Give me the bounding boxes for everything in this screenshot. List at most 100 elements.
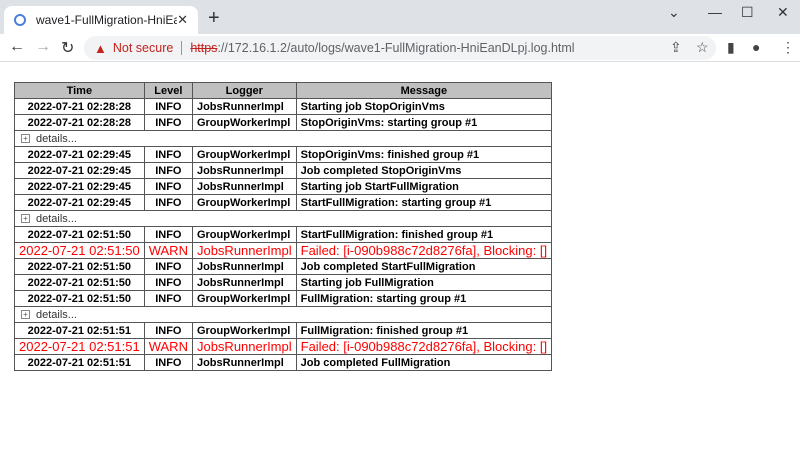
logger-cell: GroupWorkerImpl bbox=[191, 226, 297, 243]
logger-cell: JobsRunnerImpl bbox=[191, 98, 297, 115]
logger-cell: JobsRunnerImpl bbox=[191, 242, 297, 259]
forward-icon[interactable]: → bbox=[35, 38, 51, 56]
log-row: 2022-07-21 02:51:51 INFO GroupWorkerImpl Fu… bbox=[14, 322, 553, 339]
expand-icon[interactable]: + bbox=[21, 310, 30, 320]
logger-cell: JobsRunnerImpl bbox=[191, 258, 297, 275]
not-secure-label[interactable]: Not secure bbox=[113, 41, 173, 55]
message-cell: StartFullMigration: finished group #1 bbox=[295, 226, 553, 243]
log-row: 2022-07-21 02:51:50 INFO JobsRunnerImpl Sta… bbox=[14, 274, 553, 291]
expand-icon[interactable]: + bbox=[21, 214, 30, 224]
tab-bar: wave1-FullMigration-HniEanDLpj ✕ + ⌄ — ☐… bbox=[0, 0, 800, 34]
level-cell: WARN bbox=[143, 242, 193, 259]
time-cell: 2022-07-21 02:29:45 bbox=[14, 178, 145, 195]
message-cell: StopOriginVms: starting group #1 bbox=[295, 114, 553, 131]
minimize-icon[interactable]: — bbox=[708, 4, 722, 20]
details-link[interactable]: details... bbox=[36, 213, 77, 225]
message-cell: Failed: [i-090b988c72d8276fa], Blocking:… bbox=[295, 338, 553, 355]
time-cell: 2022-07-21 02:28:28 bbox=[14, 114, 145, 131]
logger-cell: GroupWorkerImpl bbox=[191, 146, 297, 163]
logger-cell: GroupWorkerImpl bbox=[191, 194, 297, 211]
details-row[interactable]: + details... bbox=[13, 130, 553, 147]
time-cell: 2022-07-21 02:51:51 bbox=[14, 322, 145, 339]
share-icon[interactable]: ⇪ bbox=[670, 39, 682, 56]
logger-cell: JobsRunnerImpl bbox=[191, 274, 297, 291]
close-tab-icon[interactable]: ✕ bbox=[177, 12, 188, 28]
close-window-icon[interactable]: ✕ bbox=[777, 4, 789, 21]
log-row: 2022-07-21 02:51:50 INFO JobsRunnerImpl Job… bbox=[14, 258, 553, 275]
time-cell: 2022-07-21 02:28:28 bbox=[14, 98, 145, 115]
details-row[interactable]: + details... bbox=[13, 210, 553, 227]
logger-cell: GroupWorkerImpl bbox=[191, 322, 297, 339]
profile-icon[interactable]: ● bbox=[752, 39, 760, 55]
level-cell: INFO bbox=[143, 354, 193, 371]
log-row: 2022-07-21 02:29:45 INFO GroupWorkerImpl St… bbox=[14, 146, 553, 163]
expand-icon[interactable]: + bbox=[21, 134, 30, 144]
details-row[interactable]: + details... bbox=[13, 306, 553, 323]
log-row: 2022-07-21 02:29:45 INFO JobsRunnerImpl Sta… bbox=[14, 178, 553, 195]
maximize-icon[interactable]: ☐ bbox=[741, 4, 754, 21]
favicon-icon bbox=[14, 14, 26, 26]
url-text: ://172.16.1.2/auto/logs/wave1-FullMigrat… bbox=[217, 41, 575, 55]
level-cell: INFO bbox=[143, 274, 193, 291]
menu-icon[interactable]: ⋮ bbox=[781, 39, 795, 56]
message-cell: FullMigration: finished group #1 bbox=[295, 322, 553, 339]
message-cell: Starting job FullMigration bbox=[295, 274, 553, 291]
header-message: Message bbox=[295, 82, 553, 99]
level-cell: INFO bbox=[143, 194, 193, 211]
time-cell: 2022-07-21 02:29:45 bbox=[14, 194, 145, 211]
side-panel-icon[interactable]: ▮ bbox=[727, 39, 735, 56]
message-cell: Starting job StopOriginVms bbox=[295, 98, 553, 115]
log-row: 2022-07-21 02:51:50 INFO GroupWorkerImpl St… bbox=[14, 226, 553, 243]
time-cell: 2022-07-21 02:51:51 bbox=[14, 338, 145, 355]
log-row: 2022-07-21 02:51:50 INFO GroupWorkerImpl Fu… bbox=[14, 290, 553, 307]
time-cell: 2022-07-21 02:51:50 bbox=[14, 226, 145, 243]
header-logger: Logger bbox=[191, 82, 297, 99]
log-row: 2022-07-21 02:51:51 WARN JobsRunnerImpl Fai… bbox=[14, 338, 553, 355]
level-cell: WARN bbox=[143, 338, 193, 355]
level-cell: INFO bbox=[143, 146, 193, 163]
address-bar[interactable]: ▲ Not secure https ://172.16.1.2/auto/lo… bbox=[84, 36, 716, 60]
reload-icon[interactable]: ↻ bbox=[61, 38, 74, 58]
time-cell: 2022-07-21 02:51:50 bbox=[14, 274, 145, 291]
header-level: Level bbox=[143, 82, 193, 99]
details-link[interactable]: details... bbox=[36, 309, 77, 321]
time-cell: 2022-07-21 02:51:51 bbox=[14, 354, 145, 371]
warning-icon: ▲ bbox=[94, 40, 107, 56]
level-cell: INFO bbox=[143, 162, 193, 179]
message-cell: Job completed StopOriginVms bbox=[295, 162, 553, 179]
logger-cell: JobsRunnerImpl bbox=[191, 162, 297, 179]
toolbar: ← → ↻ ▲ Not secure https ://172.16.1.2/a… bbox=[0, 34, 800, 62]
header-time: Time bbox=[14, 82, 145, 99]
level-cell: INFO bbox=[143, 258, 193, 275]
details-cell[interactable]: + details... bbox=[13, 306, 553, 323]
time-cell: 2022-07-21 02:29:45 bbox=[14, 146, 145, 163]
time-cell: 2022-07-21 02:29:45 bbox=[14, 162, 145, 179]
tab-title: wave1-FullMigration-HniEanDLpj bbox=[36, 13, 178, 27]
level-cell: INFO bbox=[143, 178, 193, 195]
star-icon[interactable]: ☆ bbox=[696, 39, 709, 56]
tab-search-icon[interactable]: ⌄ bbox=[668, 4, 680, 21]
level-cell: INFO bbox=[143, 226, 193, 243]
logger-cell: JobsRunnerImpl bbox=[191, 178, 297, 195]
details-cell[interactable]: + details... bbox=[13, 210, 553, 227]
browser-tab[interactable]: wave1-FullMigration-HniEanDLpj ✕ bbox=[4, 6, 198, 34]
log-row: 2022-07-21 02:28:28 INFO JobsRunnerImpl Sta… bbox=[14, 98, 553, 115]
log-row: 2022-07-21 02:51:51 INFO JobsRunnerImpl Job… bbox=[14, 354, 553, 371]
back-icon[interactable]: ← bbox=[9, 38, 25, 56]
new-tab-icon[interactable]: + bbox=[208, 7, 220, 30]
log-table: Time Level Logger Message 2022-07-21 02:… bbox=[13, 82, 553, 371]
url-scheme: https bbox=[190, 41, 218, 55]
level-cell: INFO bbox=[143, 98, 193, 115]
time-cell: 2022-07-21 02:51:50 bbox=[14, 258, 145, 275]
time-cell: 2022-07-21 02:51:50 bbox=[14, 290, 145, 307]
log-row: 2022-07-21 02:29:45 INFO JobsRunnerImpl Job… bbox=[14, 162, 553, 179]
divider bbox=[181, 41, 183, 55]
message-cell: StartFullMigration: starting group #1 bbox=[295, 194, 553, 211]
message-cell: Starting job StartFullMigration bbox=[295, 178, 553, 195]
details-link[interactable]: details... bbox=[36, 133, 77, 145]
message-cell: StopOriginVms: finished group #1 bbox=[295, 146, 553, 163]
message-cell: FullMigration: starting group #1 bbox=[295, 290, 553, 307]
logger-cell: JobsRunnerImpl bbox=[191, 354, 297, 371]
details-cell[interactable]: + details... bbox=[13, 130, 553, 147]
level-cell: INFO bbox=[143, 114, 193, 131]
